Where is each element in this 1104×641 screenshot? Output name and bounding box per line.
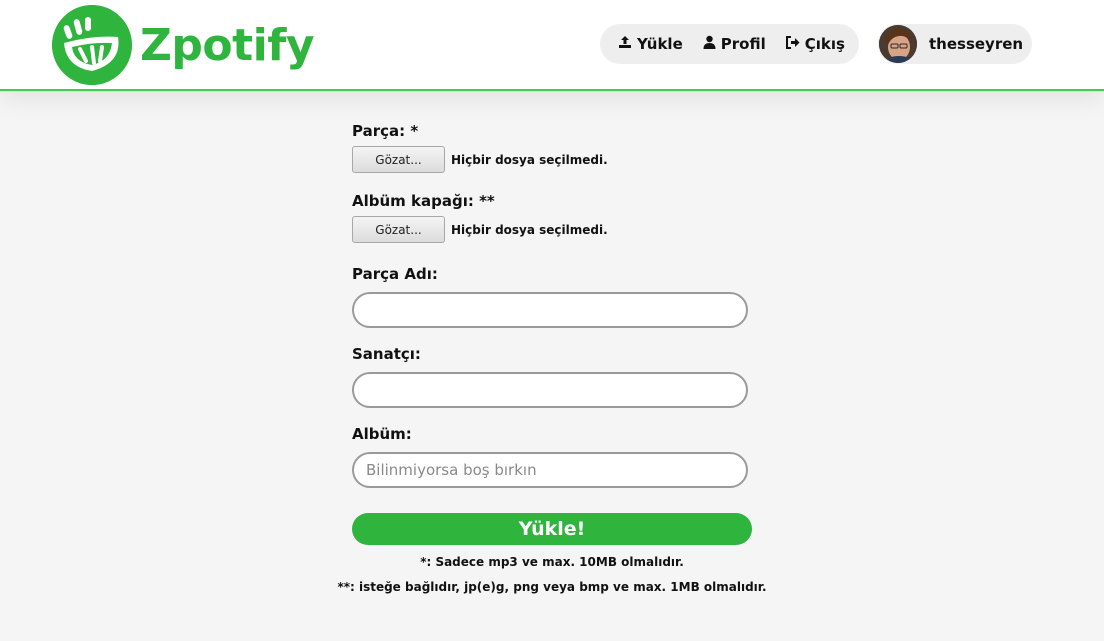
track-file-row: Gözat... Hiçbir dosya seçilmedi. — [352, 146, 752, 173]
track-name-group: Parça Adı: — [352, 265, 752, 328]
track-name-label: Parça Adı: — [352, 265, 438, 283]
upload-icon — [618, 35, 632, 53]
track-requirement-note: *: Sadece mp3 ve max. 10MB olmalıdır. — [420, 555, 684, 569]
track-name-input[interactable] — [352, 292, 748, 328]
avatar — [879, 25, 917, 63]
top-header: Zpotify Yükle Profil Çıkış thesseyren — [0, 0, 1104, 91]
cover-file-status: Hiçbir dosya seçilmedi. — [451, 222, 608, 237]
brand-logo[interactable]: Zpotify — [52, 5, 315, 85]
track-browse-button[interactable]: Gözat... — [352, 146, 445, 173]
artist-input[interactable] — [352, 372, 748, 408]
nav-upload[interactable]: Yükle — [612, 35, 689, 53]
album-label: Albüm: — [352, 425, 412, 443]
upload-submit-button[interactable]: Yükle! — [352, 513, 752, 545]
artist-label: Sanatçı: — [352, 345, 421, 363]
track-file-status: Hiçbir dosya seçilmedi. — [451, 152, 608, 167]
main-nav: Yükle Profil Çıkış — [600, 24, 859, 64]
album-input[interactable] — [352, 452, 748, 488]
album-group: Albüm: — [352, 425, 752, 488]
nav-profile-label: Profil — [720, 35, 766, 53]
cover-file-row: Gözat... Hiçbir dosya seçilmedi. — [352, 216, 752, 243]
brand-name: Zpotify — [140, 19, 315, 71]
nav-profile[interactable]: Profil — [697, 35, 772, 53]
cover-requirement-note: **: isteğe bağlıdır, jp(e)g, png veya bm… — [337, 580, 767, 594]
nav-logout[interactable]: Çıkış — [780, 35, 851, 53]
track-file-group: Parça: * Gözat... Hiçbir dosya seçilmedi… — [352, 122, 752, 173]
upload-form: Parça: * Gözat... Hiçbir dosya seçilmedi… — [352, 122, 752, 488]
nav-logout-label: Çıkış — [804, 35, 845, 53]
track-file-label: Parça: * — [352, 122, 419, 140]
smiling-mouth-logo-icon — [52, 5, 132, 85]
cover-file-label: Albüm kapağı: ** — [352, 192, 495, 210]
cover-browse-button[interactable]: Gözat... — [352, 216, 445, 243]
user-icon — [703, 35, 716, 53]
artist-group: Sanatçı: — [352, 345, 752, 408]
user-menu[interactable]: thesseyren — [878, 24, 1032, 64]
cover-file-group: Albüm kapağı: ** Gözat... Hiçbir dosya s… — [352, 192, 752, 243]
sign-out-icon — [785, 35, 800, 53]
nav-upload-label: Yükle — [637, 35, 683, 53]
username: thesseyren — [929, 35, 1024, 53]
